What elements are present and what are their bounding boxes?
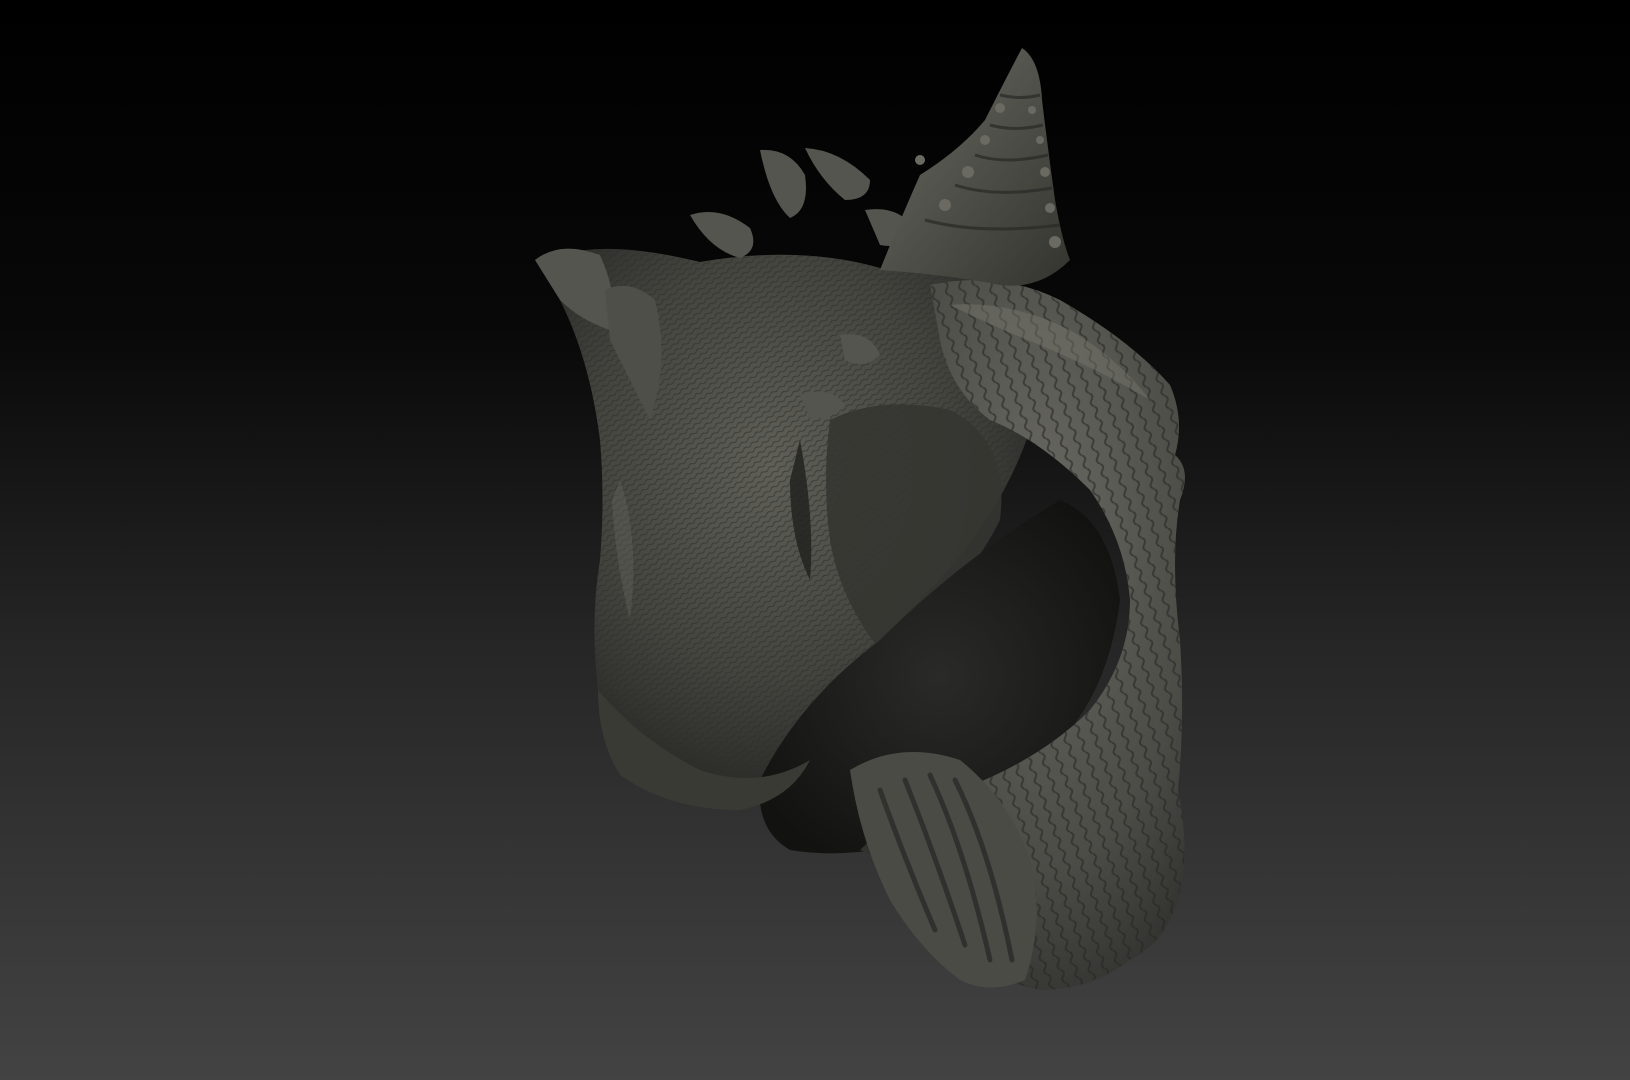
conch-shell-model[interactable] <box>0 0 1630 1080</box>
shell-spire <box>880 48 1070 286</box>
3d-viewport[interactable] <box>0 0 1630 1080</box>
